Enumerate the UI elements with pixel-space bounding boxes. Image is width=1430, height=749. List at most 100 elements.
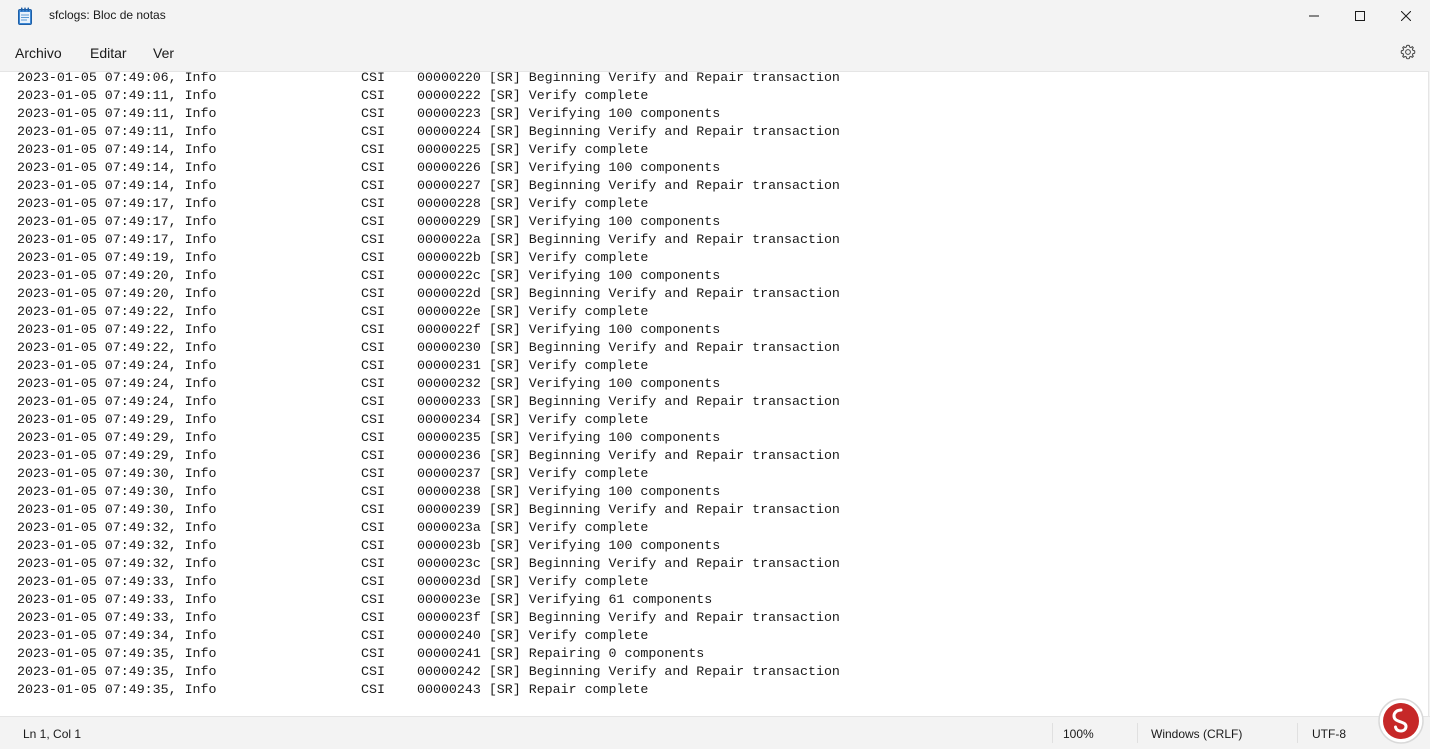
- log-message: 00000235 [SR] Verifying 100 components: [417, 430, 721, 445]
- log-source: CSI: [361, 214, 385, 229]
- log-message: 0000022c [SR] Verifying 100 components: [417, 268, 721, 283]
- menu-editar[interactable]: Editar: [90, 45, 127, 61]
- log-timestamp: 2023-01-05 07:49:30, Info: [17, 502, 217, 517]
- log-source: CSI: [361, 466, 385, 481]
- log-line: 2023-01-05 07:49:32, Info CSI 0000023c [SR…: [17, 555, 1407, 573]
- log-source: CSI: [361, 340, 385, 355]
- log-message: 00000229 [SR] Verifying 100 components: [417, 214, 721, 229]
- maximize-button[interactable]: [1337, 0, 1383, 32]
- log-message: 00000242 [SR] Beginning Verify and Repai…: [417, 664, 840, 679]
- maximize-icon: [1355, 11, 1365, 21]
- log-line: 2023-01-05 07:49:30, Info CSI 00000239 [SR…: [17, 501, 1407, 519]
- log-message: 0000023a [SR] Verify complete: [417, 520, 649, 535]
- log-source: CSI: [361, 484, 385, 499]
- log-timestamp: 2023-01-05 07:49:14, Info: [17, 160, 217, 175]
- title-bar[interactable]: sfclogs: Bloc de notas: [0, 0, 1430, 32]
- log-timestamp: 2023-01-05 07:49:29, Info: [17, 448, 217, 463]
- log-source: CSI: [361, 664, 385, 679]
- log-line: 2023-01-05 07:49:11, Info CSI 00000223 [SR…: [17, 105, 1407, 123]
- log-timestamp: 2023-01-05 07:49:35, Info: [17, 682, 217, 697]
- log-message: 0000023d [SR] Verify complete: [417, 574, 649, 589]
- log-source: CSI: [361, 196, 385, 211]
- log-message: 00000233 [SR] Beginning Verify and Repai…: [417, 394, 840, 409]
- log-timestamp: 2023-01-05 07:49:35, Info: [17, 646, 217, 661]
- gear-icon[interactable]: [1400, 44, 1416, 60]
- notepad-icon: [18, 7, 32, 25]
- log-line: 2023-01-05 07:49:17, Info CSI 0000022a [SR…: [17, 231, 1407, 249]
- status-divider: [1137, 723, 1138, 743]
- log-timestamp: 2023-01-05 07:49:33, Info: [17, 574, 217, 589]
- log-source: CSI: [361, 538, 385, 553]
- log-message: 00000231 [SR] Verify complete: [417, 358, 649, 373]
- log-line: 2023-01-05 07:49:11, Info CSI 00000224 [SR…: [17, 123, 1407, 141]
- log-timestamp: 2023-01-05 07:49:32, Info: [17, 520, 217, 535]
- close-button[interactable]: [1383, 0, 1429, 32]
- status-divider: [1052, 723, 1053, 743]
- log-source: CSI: [361, 610, 385, 625]
- log-timestamp: 2023-01-05 07:49:11, Info: [17, 106, 217, 121]
- text-editor[interactable]: 2023-01-05 07:49:06, Info CSI 00000220 [SR…: [0, 71, 1429, 716]
- log-line: 2023-01-05 07:49:35, Info CSI 00000241 [SR…: [17, 645, 1407, 663]
- log-message: 00000230 [SR] Beginning Verify and Repai…: [417, 340, 840, 355]
- log-source: CSI: [361, 124, 385, 139]
- minimize-icon: [1309, 15, 1319, 17]
- log-message: 00000238 [SR] Verifying 100 components: [417, 484, 721, 499]
- log-timestamp: 2023-01-05 07:49:32, Info: [17, 538, 217, 553]
- minimize-button[interactable]: [1291, 0, 1337, 32]
- log-timestamp: 2023-01-05 07:49:24, Info: [17, 376, 217, 391]
- log-message: 0000022a [SR] Beginning Verify and Repai…: [417, 232, 840, 247]
- log-timestamp: 2023-01-05 07:49:29, Info: [17, 412, 217, 427]
- log-timestamp: 2023-01-05 07:49:22, Info: [17, 322, 217, 337]
- log-line: 2023-01-05 07:49:24, Info CSI 00000231 [SR…: [17, 357, 1407, 375]
- log-source: CSI: [361, 556, 385, 571]
- log-line: 2023-01-05 07:49:20, Info CSI 0000022c [SR…: [17, 267, 1407, 285]
- line-ending: Windows (CRLF): [1151, 727, 1243, 741]
- log-source: CSI: [361, 88, 385, 103]
- log-timestamp: 2023-01-05 07:49:14, Info: [17, 142, 217, 157]
- log-source: CSI: [361, 412, 385, 427]
- log-line: 2023-01-05 07:49:29, Info CSI 00000235 [SR…: [17, 429, 1407, 447]
- menu-ver[interactable]: Ver: [153, 45, 174, 61]
- log-line: 2023-01-05 07:49:33, Info CSI 0000023d [SR…: [17, 573, 1407, 591]
- encoding: UTF-8: [1312, 727, 1346, 741]
- log-message: 00000224 [SR] Beginning Verify and Repai…: [417, 124, 840, 139]
- log-message: 0000023f [SR] Beginning Verify and Repai…: [417, 610, 840, 625]
- log-line: 2023-01-05 07:49:33, Info CSI 0000023e [SR…: [17, 591, 1407, 609]
- log-timestamp: 2023-01-05 07:49:11, Info: [17, 124, 217, 139]
- log-timestamp: 2023-01-05 07:49:17, Info: [17, 196, 217, 211]
- log-timestamp: 2023-01-05 07:49:32, Info: [17, 556, 217, 571]
- log-line: 2023-01-05 07:49:19, Info CSI 0000022b [SR…: [17, 249, 1407, 267]
- log-timestamp: 2023-01-05 07:49:11, Info: [17, 88, 217, 103]
- log-message: 00000234 [SR] Verify complete: [417, 412, 649, 427]
- log-message: 0000022b [SR] Verify complete: [417, 250, 649, 265]
- log-timestamp: 2023-01-05 07:49:19, Info: [17, 250, 217, 265]
- status-divider: [1297, 723, 1298, 743]
- log-timestamp: 2023-01-05 07:49:17, Info: [17, 214, 217, 229]
- log-line: 2023-01-05 07:49:22, Info CSI 0000022f [SR…: [17, 321, 1407, 339]
- close-icon: [1401, 11, 1411, 21]
- log-message: 00000222 [SR] Verify complete: [417, 88, 649, 103]
- log-timestamp: 2023-01-05 07:49:14, Info: [17, 178, 217, 193]
- menu-archivo[interactable]: Archivo: [15, 45, 62, 61]
- log-line: 2023-01-05 07:49:14, Info CSI 00000226 [SR…: [17, 159, 1407, 177]
- log-source: CSI: [361, 232, 385, 247]
- log-message: 0000022f [SR] Verifying 100 components: [417, 322, 721, 337]
- log-line: 2023-01-05 07:49:22, Info CSI 0000022e [SR…: [17, 303, 1407, 321]
- log-timestamp: 2023-01-05 07:49:24, Info: [17, 394, 217, 409]
- log-message: 0000023e [SR] Verifying 61 components: [417, 592, 713, 607]
- log-line: 2023-01-05 07:49:14, Info CSI 00000227 [SR…: [17, 177, 1407, 195]
- log-line: 2023-01-05 07:49:33, Info CSI 0000023f [SR…: [17, 609, 1407, 627]
- log-timestamp: 2023-01-05 07:49:06, Info: [17, 71, 217, 85]
- log-timestamp: 2023-01-05 07:49:33, Info: [17, 592, 217, 607]
- log-timestamp: 2023-01-05 07:49:33, Info: [17, 610, 217, 625]
- log-message: 0000023b [SR] Verifying 100 components: [417, 538, 721, 553]
- log-source: CSI: [361, 250, 385, 265]
- log-message: 00000240 [SR] Verify complete: [417, 628, 649, 643]
- log-message: 00000243 [SR] Repair complete: [417, 682, 649, 697]
- log-message: 00000226 [SR] Verifying 100 components: [417, 160, 721, 175]
- log-line: 2023-01-05 07:49:32, Info CSI 0000023a [SR…: [17, 519, 1407, 537]
- log-timestamp: 2023-01-05 07:49:29, Info: [17, 430, 217, 445]
- log-line: 2023-01-05 07:49:24, Info CSI 00000233 [SR…: [17, 393, 1407, 411]
- log-message: 00000228 [SR] Verify complete: [417, 196, 649, 211]
- log-message: 00000225 [SR] Verify complete: [417, 142, 649, 157]
